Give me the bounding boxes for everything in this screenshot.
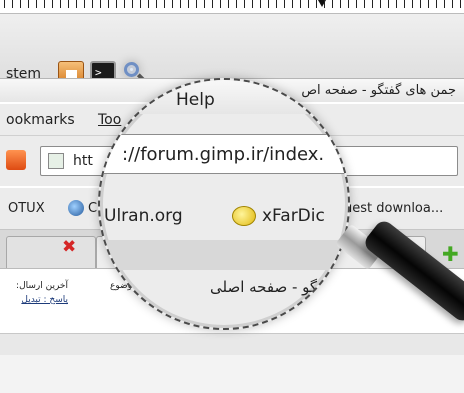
ruler-tick (404, 0, 405, 8)
ruler-tick (172, 0, 173, 8)
ruler-tick (324, 0, 325, 8)
home-button-icon[interactable] (6, 150, 26, 170)
bookmark-otux[interactable]: OTUX (8, 201, 45, 216)
ruler-tick (212, 0, 213, 8)
ruler-tick (308, 0, 309, 8)
bookmark-ulran[interactable]: Ulran.org (104, 206, 183, 226)
bookmark-xfardic[interactable]: xFarDic (262, 206, 325, 226)
ruler-tick (124, 0, 125, 8)
ruler-tick (348, 0, 349, 8)
ruler-tick (12, 0, 13, 8)
ruler-tick (436, 0, 437, 8)
ruler-tick (260, 0, 261, 8)
ruler-tick (60, 0, 61, 8)
ruler-tick (4, 0, 5, 8)
ruler-tick (332, 0, 333, 8)
menu-bookmarks[interactable]: ookmarks (6, 112, 75, 128)
ruler-tick (188, 0, 189, 8)
ruler-tick (68, 0, 69, 8)
ruler-tick (180, 0, 181, 8)
ruler-tick (364, 0, 365, 8)
ruler-tick (148, 0, 149, 8)
ruler-tick (164, 0, 165, 8)
ruler-tick (52, 0, 53, 8)
ruler-tick (380, 0, 381, 8)
ruler-tick (220, 0, 221, 8)
ruler-tick (388, 0, 389, 8)
menu-help[interactable]: Help (176, 90, 215, 110)
ruler-tick (444, 0, 445, 8)
ruler-tick (356, 0, 357, 8)
ruler-tick (412, 0, 413, 8)
ruler-tick (132, 0, 133, 8)
ruler-tick (420, 0, 421, 8)
ruler-tick (300, 0, 301, 8)
magnified-menu-area (100, 80, 348, 114)
magnifier-lens: Help ://forum.gimp.ir/index. Ulran.org x… (98, 78, 350, 330)
menu-tools[interactable]: Too (98, 112, 121, 128)
bookmark-c[interactable]: C (88, 201, 97, 216)
ruler-tick (268, 0, 269, 8)
globe-icon[interactable] (68, 200, 84, 216)
magnified-tab-title: گفتگو - صفحه اصلی (210, 278, 338, 296)
xfardic-icon[interactable] (232, 206, 256, 226)
site-identity-icon[interactable] (48, 153, 64, 169)
ruler-tick (20, 0, 21, 8)
ruler-tick (244, 0, 245, 8)
ruler-tick (204, 0, 205, 8)
new-tab-icon[interactable]: ✚ (442, 242, 459, 266)
ruler-tick (28, 0, 29, 8)
ruler-tick (276, 0, 277, 8)
url-text: htt (73, 153, 93, 169)
tab-forum-list[interactable] (6, 236, 96, 268)
last-post-label: آخرین ارسال: (16, 281, 68, 291)
ruler-tick (396, 0, 397, 8)
ruler-tick (76, 0, 77, 8)
ruler-tick (92, 0, 93, 8)
ruler-tick (340, 0, 341, 8)
ruler-tick (100, 0, 101, 8)
ruler-tick (228, 0, 229, 8)
desktop-background (0, 355, 464, 393)
ruler-tick (108, 0, 109, 8)
magnified-url-bar[interactable]: ://forum.gimp.ir/index. (100, 134, 348, 174)
ruler-tick (116, 0, 117, 8)
ruler-tick (236, 0, 237, 8)
ruler-tick (140, 0, 141, 8)
ruler-tick (284, 0, 285, 8)
ruler-tick (316, 0, 317, 8)
ruler-tick (156, 0, 157, 8)
magnified-url-text: ://forum.gimp.ir/index. (122, 144, 325, 165)
ruler-tick (452, 0, 453, 8)
ruler-tick (292, 0, 293, 8)
last-post-cell: آخرین ارسال: پاسخ : تبدیل (6, 279, 68, 307)
status-bar (0, 333, 464, 355)
ruler-tick (84, 0, 85, 8)
ruler-tick (372, 0, 373, 8)
ruler-tick (36, 0, 37, 8)
ruler-tick (196, 0, 197, 8)
magnified-tab (100, 240, 348, 270)
bookmark-quest-download[interactable]: uest downloa... (344, 201, 443, 216)
ruler-tick (252, 0, 253, 8)
ruler-tick (428, 0, 429, 8)
last-post-link[interactable]: پاسخ : تبدیل (6, 293, 68, 307)
tab-close-icon[interactable]: ✖ (62, 237, 76, 257)
ruler-tick (460, 0, 461, 8)
ruler-strip (0, 0, 464, 14)
ruler-tick (44, 0, 45, 8)
